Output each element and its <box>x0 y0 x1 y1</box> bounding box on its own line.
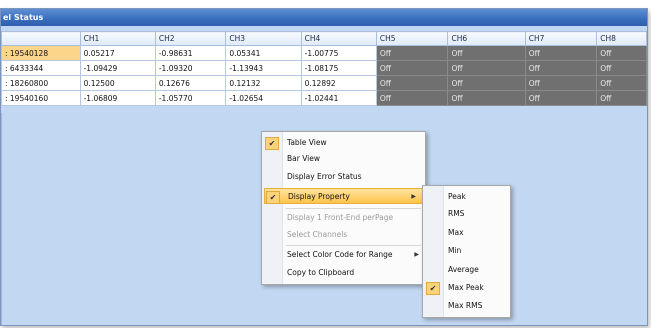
table-cell[interactable]: -1.05770 <box>154 90 227 106</box>
table-header-row: CH1 CH2 CH3 CH4 CH5 CH6 CH7 CH8 <box>1 31 647 46</box>
column-header-ch3[interactable]: CH3 <box>225 31 302 46</box>
table-cell[interactable]: -1.02441 <box>300 90 377 106</box>
column-header-ch1[interactable]: CH1 <box>79 31 156 46</box>
table-cell[interactable]: -1.06809 <box>79 90 156 106</box>
table-cell[interactable]: 0.05341 <box>225 45 302 61</box>
table-row[interactable]: : 18260800 0.12500 0.12676 0.12132 0.128… <box>1 75 647 91</box>
table-cell[interactable]: 0.05217 <box>79 45 156 61</box>
table-cell[interactable]: -1.08175 <box>300 60 377 76</box>
menu-separator <box>286 245 421 246</box>
table-cell[interactable]: -1.09320 <box>154 60 227 76</box>
submenu-item-rms[interactable]: RMS <box>423 206 510 222</box>
table-cell-off[interactable]: Off <box>596 60 647 76</box>
table-cell[interactable]: 0.12892 <box>300 75 377 91</box>
menu-item-label: Max <box>448 228 464 237</box>
submenu-item-peak[interactable]: Peak <box>423 189 510 205</box>
table-cell-off[interactable]: Off <box>524 45 598 61</box>
channel-table: CH1 CH2 CH3 CH4 CH5 CH6 CH7 CH8 : 195401… <box>1 31 647 106</box>
column-header-ch7[interactable]: CH7 <box>524 31 598 46</box>
row-id-cell[interactable]: : 6433344 <box>1 60 81 76</box>
menu-item-label: Select Channels <box>287 230 348 239</box>
menu-item-label: Select Color Code for Range <box>287 250 393 259</box>
checkmark-icon: ✔ <box>426 282 440 295</box>
menu-item-select-color-code[interactable]: Select Color Code for Range ▶ <box>262 247 425 263</box>
checkmark-icon: ✔ <box>265 137 279 150</box>
table-cell-off[interactable]: Off <box>375 90 449 106</box>
menu-item-display-front-end-per-page[interactable]: Display 1 Front-End perPage <box>262 210 425 226</box>
column-header-ch8[interactable]: CH8 <box>596 31 647 46</box>
row-id-cell[interactable]: : 18260800 <box>1 75 81 91</box>
submenu-item-min[interactable]: Min <box>423 243 510 259</box>
table-cell-off[interactable]: Off <box>524 90 598 106</box>
display-property-submenu: Peak RMS Max Min Average ✔ Max Peak Max … <box>422 185 511 318</box>
table-cell-off[interactable]: Off <box>375 60 449 76</box>
table-cell[interactable]: -1.09429 <box>79 60 156 76</box>
menu-item-label: Max Peak <box>448 283 484 292</box>
table-cell[interactable]: 0.12132 <box>225 75 302 91</box>
table-cell-off[interactable]: Off <box>375 75 449 91</box>
menu-item-label: Peak <box>448 192 466 201</box>
table-cell-off[interactable]: Off <box>447 75 526 91</box>
left-gutter-line <box>1 113 2 325</box>
table-cell[interactable]: -0.98631 <box>154 45 227 61</box>
table-cell[interactable]: -1.00775 <box>300 45 377 61</box>
table-row[interactable]: : 19540128 0.05217 -0.98631 0.05341 -1.0… <box>1 45 647 61</box>
column-header-ch5[interactable]: CH5 <box>375 31 449 46</box>
menu-separator <box>286 208 421 209</box>
row-id-cell[interactable]: : 19540128 <box>1 45 81 61</box>
menu-item-label: Display Property <box>288 192 350 201</box>
column-header-ch2[interactable]: CH2 <box>154 31 227 46</box>
table-cell-off[interactable]: Off <box>524 60 598 76</box>
table-row[interactable]: : 6433344 -1.09429 -1.09320 -1.13943 -1.… <box>1 60 647 76</box>
menu-item-label: Average <box>448 265 479 274</box>
window-title: el Status <box>1 9 647 26</box>
menu-item-label: Copy to Clipboard <box>287 268 355 277</box>
menu-item-label: Display Error Status <box>287 172 362 181</box>
menu-item-label: Table View <box>287 138 327 147</box>
submenu-item-average[interactable]: Average <box>423 262 510 278</box>
menu-item-label: Min <box>448 246 462 255</box>
table-cell-off[interactable]: Off <box>596 45 647 61</box>
menu-item-display-error-status[interactable]: Display Error Status <box>262 169 425 185</box>
menu-item-label: Display 1 Front-End perPage <box>287 213 394 222</box>
submenu-arrow-icon: ▶ <box>414 251 419 258</box>
table-cell[interactable]: -1.13943 <box>225 60 302 76</box>
menu-item-copy-to-clipboard[interactable]: Copy to Clipboard <box>262 265 425 281</box>
table-row[interactable]: : 19540160 -1.06809 -1.05770 -1.02654 -1… <box>1 90 647 106</box>
submenu-item-max-rms[interactable]: Max RMS <box>423 298 510 314</box>
column-header-ch6[interactable]: CH6 <box>447 31 526 46</box>
submenu-arrow-icon: ▶ <box>411 193 416 200</box>
table-cell[interactable]: -1.02654 <box>225 90 302 106</box>
table-cell-off[interactable]: Off <box>447 60 526 76</box>
table-cell-off[interactable]: Off <box>375 45 449 61</box>
context-menu: ✔ Table View Bar View Display Error Stat… <box>261 131 426 285</box>
table-cell-off[interactable]: Off <box>596 75 647 91</box>
submenu-item-max[interactable]: Max <box>423 225 510 241</box>
row-id-cell[interactable]: : 19540160 <box>1 90 81 106</box>
menu-item-bar-view[interactable]: Bar View <box>262 151 425 167</box>
checkmark-icon: ✔ <box>266 191 280 204</box>
menu-item-select-channels[interactable]: Select Channels <box>262 227 425 243</box>
column-header-ch4[interactable]: CH4 <box>300 31 377 46</box>
submenu-item-max-peak[interactable]: ✔ Max Peak <box>423 280 510 296</box>
table-cell[interactable]: 0.12500 <box>79 75 156 91</box>
table-cell-off[interactable]: Off <box>447 90 526 106</box>
menu-item-display-property[interactable]: ✔ Display Property ▶ <box>264 188 423 204</box>
column-header-id[interactable] <box>1 31 81 46</box>
table-cell-off[interactable]: Off <box>596 90 647 106</box>
table-cell-off[interactable]: Off <box>524 75 598 91</box>
table-cell[interactable]: 0.12676 <box>154 75 227 91</box>
menu-item-label: Max RMS <box>448 301 483 310</box>
menu-item-label: RMS <box>448 209 465 218</box>
table-cell-off[interactable]: Off <box>447 45 526 61</box>
menu-item-table-view[interactable]: ✔ Table View <box>262 135 425 151</box>
menu-item-label: Bar View <box>287 154 321 163</box>
